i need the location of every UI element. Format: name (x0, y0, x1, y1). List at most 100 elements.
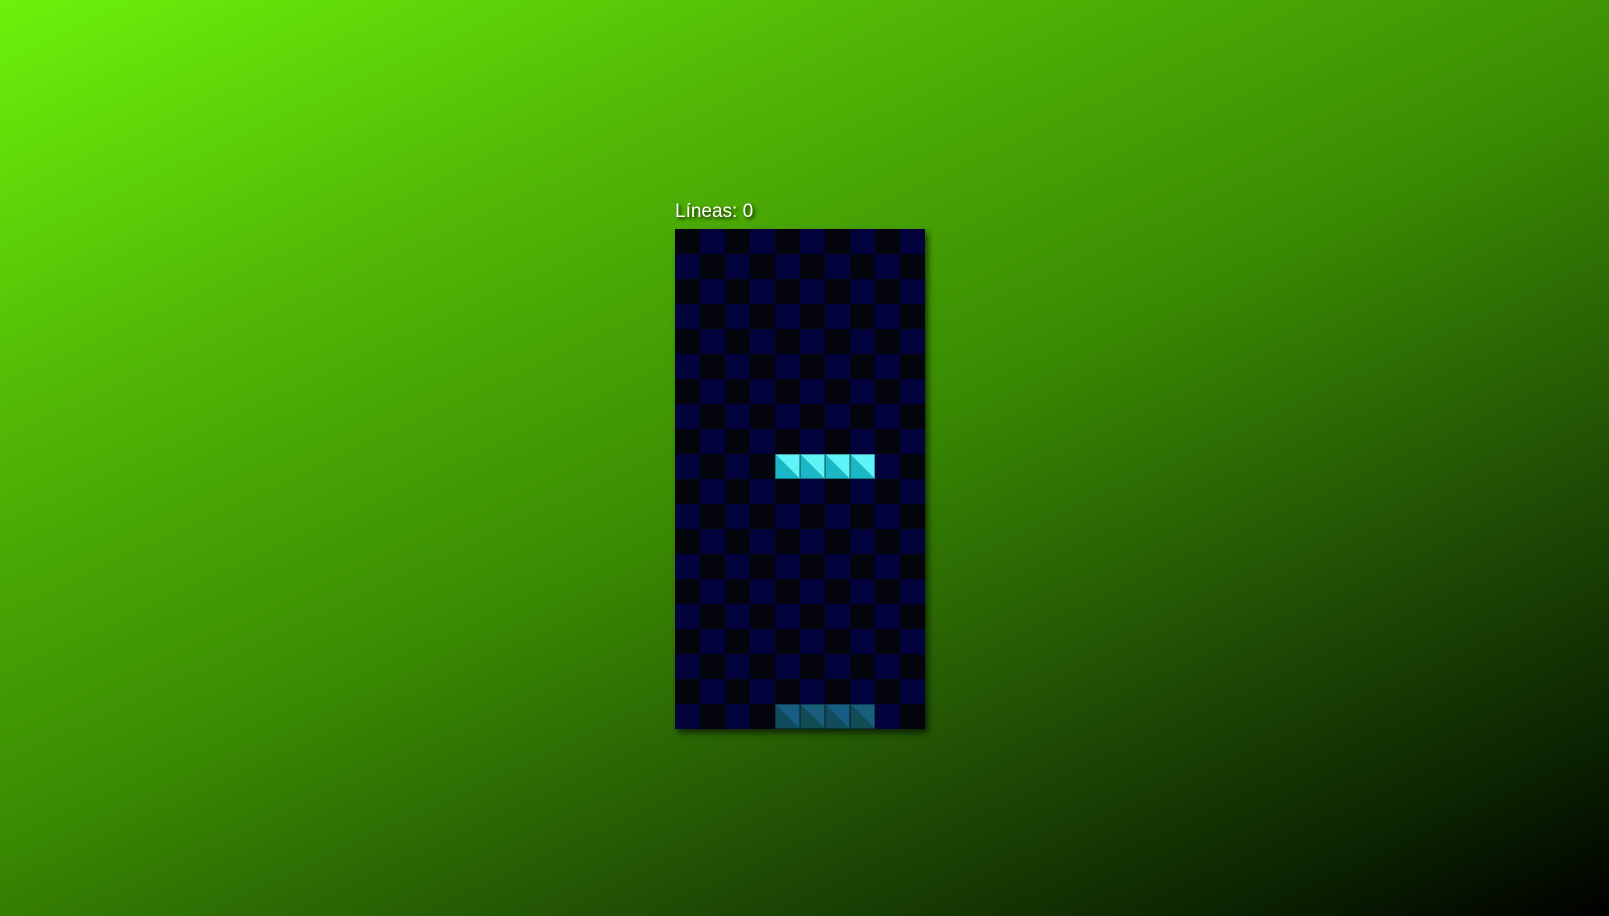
board-cell (875, 329, 900, 354)
ghost-piece-block (800, 704, 825, 729)
board-cell (725, 629, 750, 654)
board-cell (750, 504, 775, 529)
board-cell (900, 604, 925, 629)
board-cell (675, 679, 700, 704)
board-cell (800, 379, 825, 404)
board-cell (775, 529, 800, 554)
board-cell (850, 554, 875, 579)
board-cell (700, 554, 725, 579)
board-cell (900, 504, 925, 529)
board-cell (800, 429, 825, 454)
board-cell (750, 279, 775, 304)
board-cell (675, 404, 700, 429)
board-cell (900, 479, 925, 504)
board-cell (800, 254, 825, 279)
board-cell (875, 354, 900, 379)
board-cell (750, 479, 775, 504)
board-cell (800, 404, 825, 429)
board-cell (900, 454, 925, 479)
board-cell (875, 504, 900, 529)
board-cell (775, 404, 800, 429)
board-cell (725, 279, 750, 304)
board-cell (675, 229, 700, 254)
board-cell (675, 604, 700, 629)
board-cell (850, 529, 875, 554)
board-cell (700, 604, 725, 629)
board-cell (725, 679, 750, 704)
board-cell (800, 554, 825, 579)
board-cell (775, 554, 800, 579)
board-cell (875, 454, 900, 479)
active-piece-block (800, 454, 825, 479)
board-cell (775, 304, 800, 329)
board-cell (825, 229, 850, 254)
ghost-piece-block (850, 704, 875, 729)
board-canvas (675, 229, 925, 729)
board-cell (800, 629, 825, 654)
board-cell (700, 379, 725, 404)
board-cell (825, 379, 850, 404)
board-cell (675, 504, 700, 529)
board-cell (725, 354, 750, 379)
board-cell (675, 304, 700, 329)
board-cell (675, 454, 700, 479)
board-cell (875, 479, 900, 504)
board-cell (850, 479, 875, 504)
board-cell (850, 229, 875, 254)
board-cell (850, 404, 875, 429)
board-cell (750, 554, 775, 579)
board-cell (725, 579, 750, 604)
board-cell (775, 329, 800, 354)
board-cell (750, 629, 775, 654)
active-piece-block (850, 454, 875, 479)
board-cell (850, 679, 875, 704)
board-cell (850, 329, 875, 354)
board-cell (850, 254, 875, 279)
board-cell (700, 354, 725, 379)
board-cell (825, 529, 850, 554)
board-cell (850, 629, 875, 654)
board-cell (700, 304, 725, 329)
board-cell (900, 704, 925, 729)
board-cell (800, 679, 825, 704)
board-cell (775, 679, 800, 704)
board-cell (725, 254, 750, 279)
board-cell (700, 279, 725, 304)
board-cell (675, 254, 700, 279)
board-cell (875, 679, 900, 704)
board-cell (825, 654, 850, 679)
board-cell (825, 354, 850, 379)
board-cell (750, 604, 775, 629)
board-cell (825, 429, 850, 454)
board-cell (725, 404, 750, 429)
board-cell (750, 654, 775, 679)
board-cell (800, 229, 825, 254)
board-cell (700, 329, 725, 354)
board-cell (725, 229, 750, 254)
board-cell (900, 429, 925, 454)
board-cell (700, 679, 725, 704)
board-cell (875, 254, 900, 279)
board-cell (800, 529, 825, 554)
board-cell (825, 604, 850, 629)
board-cell (850, 654, 875, 679)
board-cell (675, 329, 700, 354)
board-cell (800, 604, 825, 629)
tetris-board[interactable] (675, 229, 925, 729)
board-cell (900, 679, 925, 704)
board-cell (875, 304, 900, 329)
board-cell (800, 354, 825, 379)
board-cell (675, 429, 700, 454)
board-cell (700, 404, 725, 429)
board-cell (725, 704, 750, 729)
board-cell (750, 679, 775, 704)
board-cell (700, 629, 725, 654)
board-cell (775, 279, 800, 304)
board-cell (900, 629, 925, 654)
board-cell (675, 529, 700, 554)
board-cell (800, 654, 825, 679)
board-cell (700, 704, 725, 729)
board-cell (700, 229, 725, 254)
board-cell (725, 329, 750, 354)
board-cell (775, 354, 800, 379)
